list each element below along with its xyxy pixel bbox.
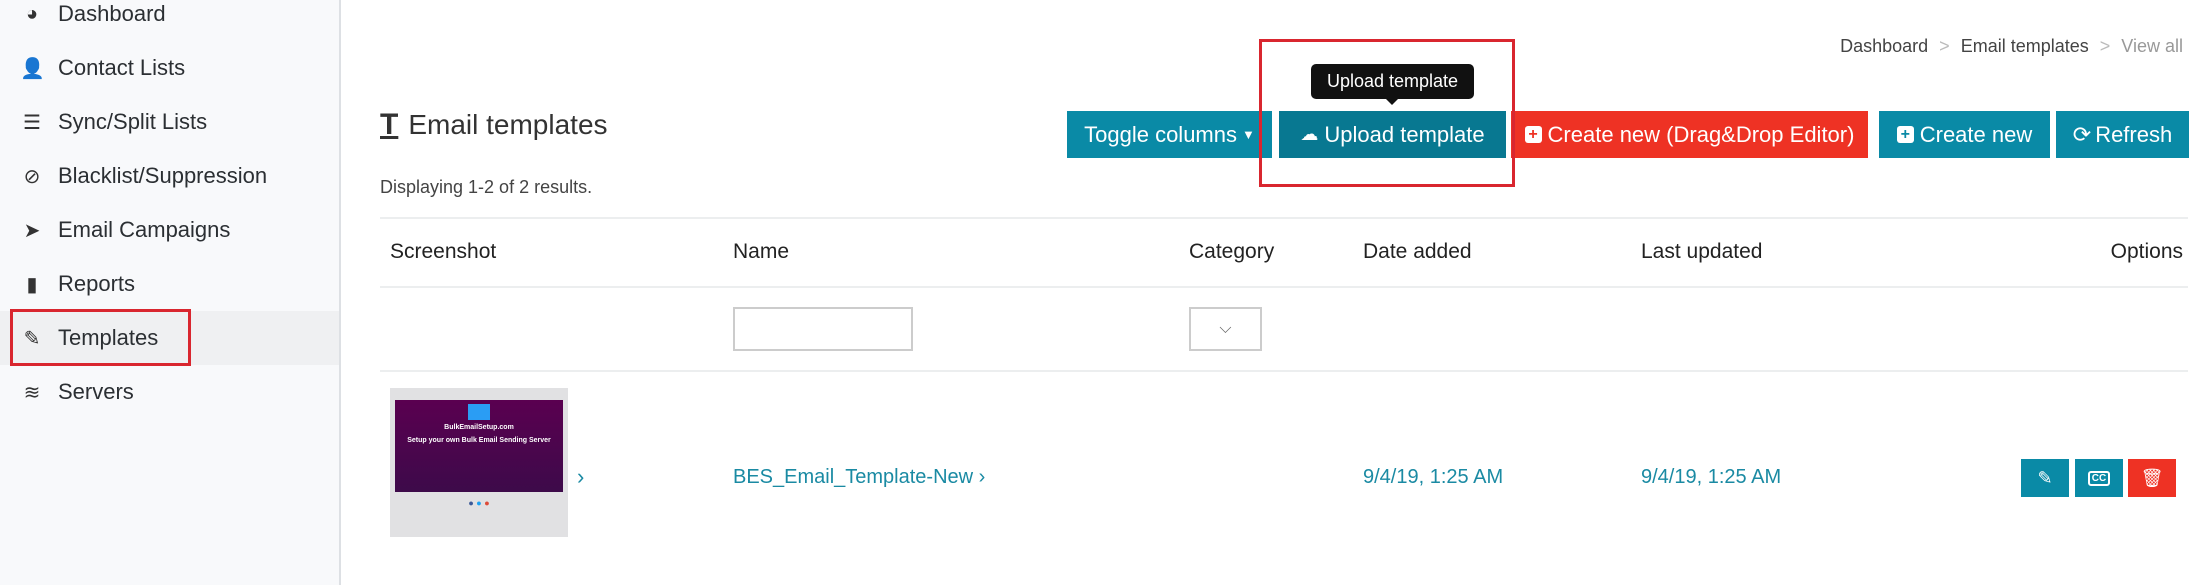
refresh-icon: ⟳: [2072, 121, 2092, 147]
trash-icon: 🗑: [2140, 467, 2164, 488]
chevron-down-icon: ⌵: [1219, 320, 1232, 337]
paper-plane-icon: ➤: [23, 219, 41, 242]
cc-icon: CC: [2087, 470, 2111, 486]
ban-icon: ⊘: [23, 165, 41, 188]
last-updated: 9/4/19, 1:25 AM: [1641, 466, 1782, 488]
bar-chart-icon: ▮: [26, 273, 38, 296]
list-ol-icon: ☰: [23, 111, 41, 134]
delete-button[interactable]: 🗑: [2128, 459, 2176, 497]
plus-square-icon: +: [1896, 126, 1914, 143]
thumbnail-title: BulkEmailSetup.com: [444, 424, 514, 431]
plus-square-icon: +: [1524, 126, 1542, 143]
template-name-link[interactable]: BES_Email_Template-New ›: [733, 466, 985, 489]
results-summary: Displaying 1-2 of 2 results.: [380, 177, 593, 197]
user-plus-icon: 👤: [20, 57, 45, 80]
header-screenshot: Screenshot: [390, 240, 497, 263]
sidebar-item-contact-lists[interactable]: 👤 Contact Lists: [0, 41, 339, 95]
chevron-right-icon[interactable]: ›: [577, 464, 584, 490]
sidebar-item-blacklist[interactable]: ⊘ Blacklist/Suppression: [0, 149, 339, 203]
header-last-updated[interactable]: Last updated: [1641, 240, 1762, 264]
page-title: T Email templates: [380, 108, 608, 141]
sidebar-item-email-campaigns[interactable]: ➤ Email Campaigns: [0, 203, 339, 257]
highlight-box-upload: [1259, 39, 1515, 187]
sidebar-item-reports[interactable]: ▮ Reports: [0, 257, 339, 311]
copy-button[interactable]: CC: [2075, 459, 2123, 497]
sidebar-item-sync-split-lists[interactable]: ☰ Sync/Split Lists: [0, 95, 339, 149]
breadcrumb-email-templates[interactable]: Email templates: [1961, 36, 2089, 56]
header-category[interactable]: Category: [1189, 240, 1274, 264]
highlight-box-templates: [10, 309, 191, 366]
breadcrumb: Dashboard > Email templates > View all: [1840, 36, 2183, 57]
template-thumbnail[interactable]: BulkEmailSetup.com Setup your own Bulk E…: [390, 388, 568, 537]
thumbnail-social-icons: ● ● ●: [468, 498, 490, 508]
create-new-button[interactable]: + Create new: [1879, 111, 2050, 158]
dashboard-icon: ◕: [25, 2, 39, 25]
divider: [380, 286, 2188, 288]
name-filter-input[interactable]: [733, 307, 913, 351]
edit-button[interactable]: ✎: [2021, 459, 2069, 497]
date-added: 9/4/19, 1:25 AM: [1363, 466, 1504, 488]
edit-icon: ✎: [2037, 467, 2053, 488]
toggle-columns-button[interactable]: Toggle columns ▼: [1067, 111, 1272, 158]
breadcrumb-view-all: View all: [2121, 36, 2183, 56]
divider: [380, 370, 2188, 372]
database-icon: ≋: [23, 381, 41, 404]
thumbnail-headline: Setup your own Bulk Email Sending Server: [407, 437, 551, 444]
refresh-button[interactable]: ⟳ Refresh: [2056, 111, 2189, 158]
sidebar-item-dashboard[interactable]: ◕ Dashboard: [0, 0, 339, 41]
header-date-added[interactable]: Date added: [1363, 240, 1472, 264]
thumbnail-logo: [468, 404, 490, 420]
category-filter-select[interactable]: ⌵: [1189, 307, 1262, 351]
header-options: Options: [2110, 240, 2183, 263]
sidebar-item-servers[interactable]: ≋ Servers: [0, 365, 339, 419]
create-new-dnd-button[interactable]: + Create new (Drag&Drop Editor): [1511, 111, 1868, 158]
divider: [380, 217, 2188, 219]
sidebar: ◕ Dashboard 👤 Contact Lists ☰ Sync/Split Li…: [0, 0, 341, 585]
header-name[interactable]: Name: [733, 240, 789, 264]
text-height-icon: T: [380, 108, 399, 141]
breadcrumb-separator: >: [2099, 36, 2111, 56]
breadcrumb-separator: >: [1939, 36, 1950, 56]
breadcrumb-dashboard[interactable]: Dashboard: [1840, 36, 1928, 56]
caret-down-icon: ▼: [1242, 127, 1255, 142]
